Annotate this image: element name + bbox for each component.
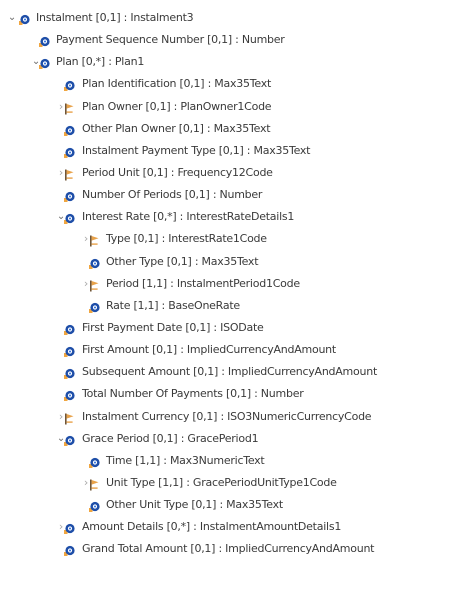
element-icon — [38, 34, 50, 48]
tree-item-label[interactable]: Grace Period [0,1] : GracePeriod1 — [82, 428, 259, 450]
tree-item-label[interactable]: Plan [0,*] : Plan1 — [56, 51, 144, 73]
element-icon — [63, 78, 75, 92]
tree-item[interactable]: › Plan Owner [0,1] : PlanOwner1Code — [0, 96, 474, 118]
tree-item[interactable]: ⌄ Interest Rate [0,*] : InterestRateDetai… — [0, 206, 474, 228]
tree-item-label[interactable]: Period Unit [0,1] : Frequency12Code — [82, 162, 273, 184]
tree-item-label[interactable]: Number Of Periods [0,1] : Number — [82, 184, 262, 206]
tree-item-label[interactable]: Total Number Of Payments [0,1] : Number — [82, 383, 304, 405]
tree-item-label[interactable]: Period [1,1] : InstalmentPeriod1Code — [106, 273, 300, 295]
tree-item-label[interactable]: Interest Rate [0,*] : InterestRateDetail… — [82, 206, 294, 228]
tree-item-label[interactable]: Instalment Payment Type [0,1] : Max35Tex… — [82, 140, 311, 162]
tree-item[interactable]: Rate [1,1] : BaseOneRate — [0, 295, 474, 317]
element-icon — [63, 145, 75, 158]
tree-item[interactable]: Plan Identification [0,1] : Max35Text — [0, 73, 474, 95]
tree-item[interactable]: Subsequent Amount [0,1] : ImpliedCurrenc… — [0, 361, 474, 383]
code-icon — [63, 167, 75, 181]
tree-item[interactable]: › Amount Details [0,*] : InstalmentAmount… — [0, 516, 474, 538]
tree-item-label[interactable]: Plan Identification [0,1] : Max35Text — [82, 73, 271, 95]
model-tree: ⌄ Instalment [0,1] : Instalment3 Payment S… — [0, 7, 474, 561]
tree-item-label[interactable]: Plan Owner [0,1] : PlanOwner1Code — [82, 96, 272, 118]
code-icon — [88, 278, 100, 292]
tree-item[interactable]: Instalment Payment Type [0,1] : Max35Tex… — [0, 140, 474, 162]
tree-item-label[interactable]: Instalment Currency [0,1] : ISO3NumericC… — [82, 406, 372, 428]
tree-item[interactable]: › Instalment Currency [0,1] : ISO3Numeric… — [0, 406, 474, 428]
tree-item[interactable]: ⌄ Instalment [0,1] : Instalment3 — [0, 7, 474, 29]
element-icon — [63, 521, 75, 535]
tree-item[interactable]: Other Type [0,1] : Max35Text — [0, 251, 474, 273]
element-icon — [88, 300, 100, 313]
tree-item[interactable]: First Amount [0,1] : ImpliedCurrencyAndA… — [0, 339, 474, 361]
tree-item-label[interactable]: Amount Details [0,*] : InstalmentAmountD… — [82, 516, 341, 538]
code-icon — [88, 477, 100, 491]
tree-item[interactable]: › Period Unit [0,1] : Frequency12Code — [0, 162, 474, 184]
tree-item-label[interactable]: Rate [1,1] : BaseOneRate — [106, 295, 240, 317]
element-icon — [38, 56, 50, 70]
tree-item[interactable]: Grand Total Amount [0,1] : ImpliedCurren… — [0, 538, 474, 560]
tree-item[interactable]: ⌄ Grace Period [0,1] : GracePeriod1 — [0, 428, 474, 450]
tree-item-label[interactable]: First Payment Date [0,1] : ISODate — [82, 317, 264, 339]
tree-item-label[interactable]: Grand Total Amount [0,1] : ImpliedCurren… — [82, 538, 375, 560]
tree-item-label[interactable]: First Amount [0,1] : ImpliedCurrencyAndA… — [82, 339, 336, 361]
code-icon — [63, 411, 75, 425]
element-icon — [63, 189, 75, 203]
element-icon — [88, 499, 100, 513]
tree-item-label[interactable]: Time [1,1] : Max3NumericText — [106, 450, 265, 472]
tree-item[interactable]: Other Unit Type [0,1] : Max35Text — [0, 494, 474, 516]
code-icon — [88, 233, 100, 247]
element-icon — [18, 12, 30, 25]
code-icon — [63, 101, 75, 115]
tree-item[interactable]: Total Number Of Payments [0,1] : Number — [0, 383, 474, 405]
tree-item[interactable]: Time [1,1] : Max3NumericText — [0, 450, 474, 472]
element-icon — [63, 433, 75, 446]
tree-item[interactable]: First Payment Date [0,1] : ISODate — [0, 317, 474, 339]
tree-item[interactable]: › Unit Type [1,1] : GracePeriodUnitType1C… — [0, 472, 474, 494]
element-icon — [63, 366, 75, 380]
element-icon — [63, 388, 75, 402]
tree-item-label[interactable]: Type [0,1] : InterestRate1Code — [106, 228, 267, 250]
element-icon — [63, 211, 75, 225]
element-icon — [63, 123, 75, 136]
element-icon — [88, 455, 100, 468]
tree-item[interactable]: › Type [0,1] : InterestRate1Code — [0, 228, 474, 250]
tree-item-label[interactable]: Other Plan Owner [0,1] : Max35Text — [82, 118, 271, 140]
tree-item[interactable]: › Period [1,1] : InstalmentPeriod1Code — [0, 273, 474, 295]
tree-item-label[interactable]: Instalment [0,1] : Instalment3 — [36, 7, 194, 29]
tree-item[interactable]: Other Plan Owner [0,1] : Max35Text — [0, 118, 474, 140]
element-icon — [63, 344, 75, 358]
tree-item-label[interactable]: Other Type [0,1] : Max35Text — [106, 251, 259, 273]
tree-item-label[interactable]: Payment Sequence Number [0,1] : Number — [56, 29, 285, 51]
element-icon — [88, 256, 100, 269]
chevron-down-icon[interactable]: ⌄ — [6, 7, 18, 29]
tree-item-label[interactable]: Subsequent Amount [0,1] : ImpliedCurrenc… — [82, 361, 377, 383]
tree-item-label[interactable]: Other Unit Type [0,1] : Max35Text — [106, 494, 283, 516]
tree-item-label[interactable]: Unit Type [1,1] : GracePeriodUnitType1Co… — [106, 472, 337, 494]
tree-item[interactable]: Number Of Periods [0,1] : Number — [0, 184, 474, 206]
tree-item[interactable]: ⌄ Plan [0,*] : Plan1 — [0, 51, 474, 73]
element-icon — [63, 322, 75, 335]
element-icon — [63, 543, 75, 557]
tree-item[interactable]: Payment Sequence Number [0,1] : Number — [0, 29, 474, 51]
